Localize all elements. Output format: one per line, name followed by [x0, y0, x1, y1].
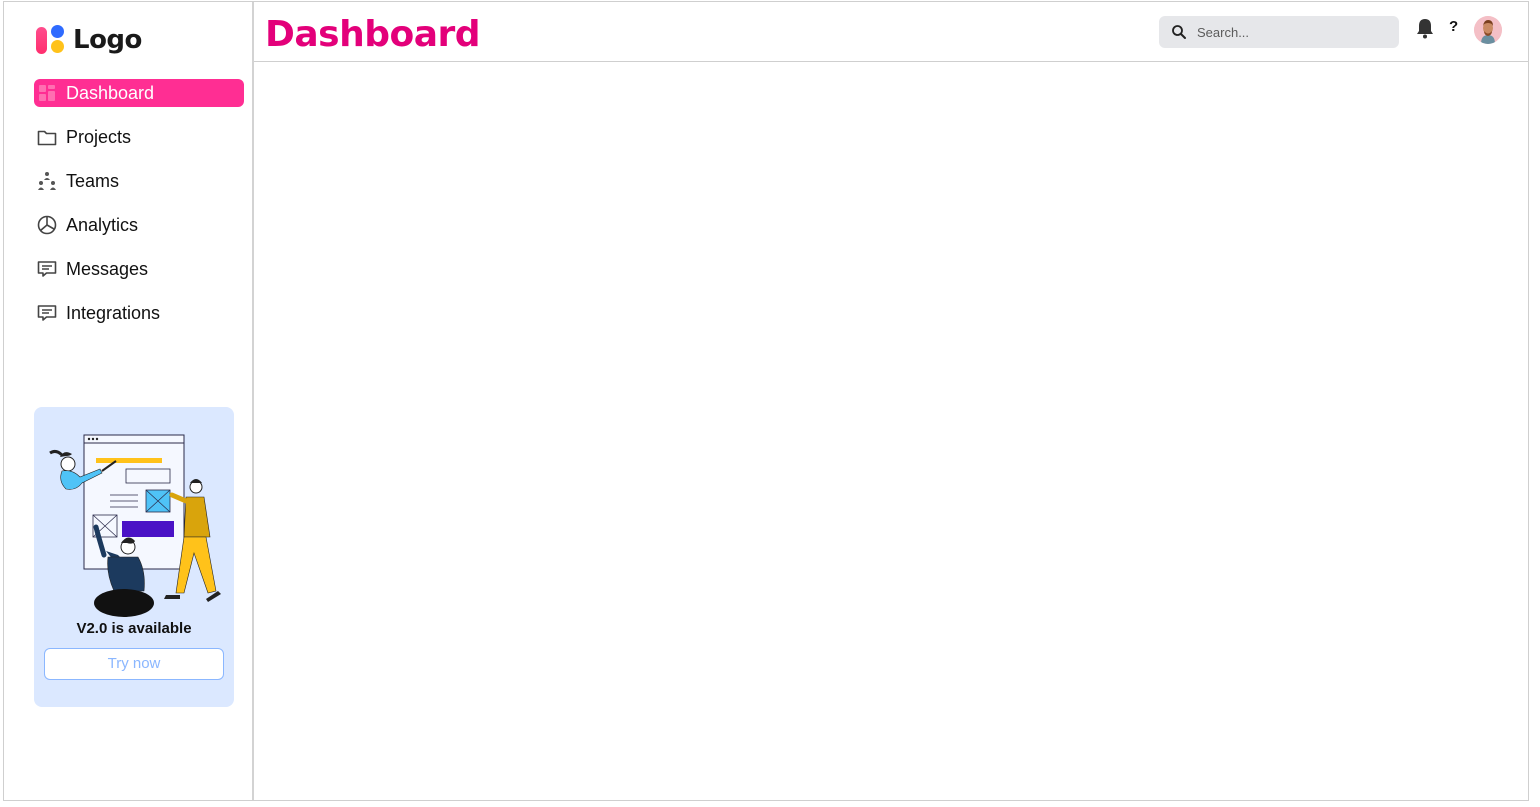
message-icon	[36, 302, 58, 324]
search-bar[interactable]	[1159, 16, 1399, 48]
logo-mark-icon	[36, 25, 68, 55]
search-icon	[1171, 24, 1187, 40]
sidebar-item-label: Dashboard	[66, 82, 155, 103]
sidebar-item-label: Messages	[66, 258, 149, 279]
help-button[interactable]: ?	[1449, 18, 1458, 35]
try-now-button[interactable]: Try now	[44, 648, 224, 680]
sidebar-item-label: Projects	[66, 126, 132, 147]
folder-icon	[36, 126, 58, 148]
team-collaboration-illustration	[49, 434, 221, 617]
main-content	[254, 63, 1528, 800]
sidebar-item-label: Analytics	[66, 214, 139, 235]
sidebar-item-dashboard[interactable]: Dashboard	[34, 79, 244, 107]
bell-icon[interactable]	[1416, 17, 1434, 39]
sidebar-item-analytics[interactable]: Analytics	[34, 211, 244, 239]
message-icon	[36, 258, 58, 280]
promo-title: V2.0 is available	[76, 620, 192, 637]
search-input[interactable]	[1197, 24, 1387, 40]
sidebar-item-integrations[interactable]: Integrations	[34, 299, 244, 327]
team-icon	[36, 170, 58, 192]
page-title: Dashboard	[265, 14, 481, 55]
sidebar-nav: Dashboard Projects Teams Analytics Messa…	[34, 79, 244, 343]
grid-icon	[36, 82, 58, 104]
top-header: Dashboard ?	[254, 2, 1528, 62]
sidebar-item-projects[interactable]: Projects	[34, 123, 244, 151]
upgrade-promo-card: V2.0 is available Try now	[34, 407, 234, 707]
app-window: Logo Dashboard Projects Teams Analytics …	[3, 1, 1529, 801]
sidebar-item-label: Teams	[66, 170, 120, 191]
logo[interactable]: Logo	[36, 24, 142, 56]
pie-chart-icon	[36, 214, 58, 236]
avatar[interactable]	[1474, 16, 1502, 44]
sidebar: Logo Dashboard Projects Teams Analytics …	[4, 2, 254, 800]
sidebar-item-label: Integrations	[66, 302, 161, 323]
sidebar-item-messages[interactable]: Messages	[34, 255, 244, 283]
logo-text: Logo	[73, 25, 142, 55]
sidebar-item-teams[interactable]: Teams	[34, 167, 244, 195]
